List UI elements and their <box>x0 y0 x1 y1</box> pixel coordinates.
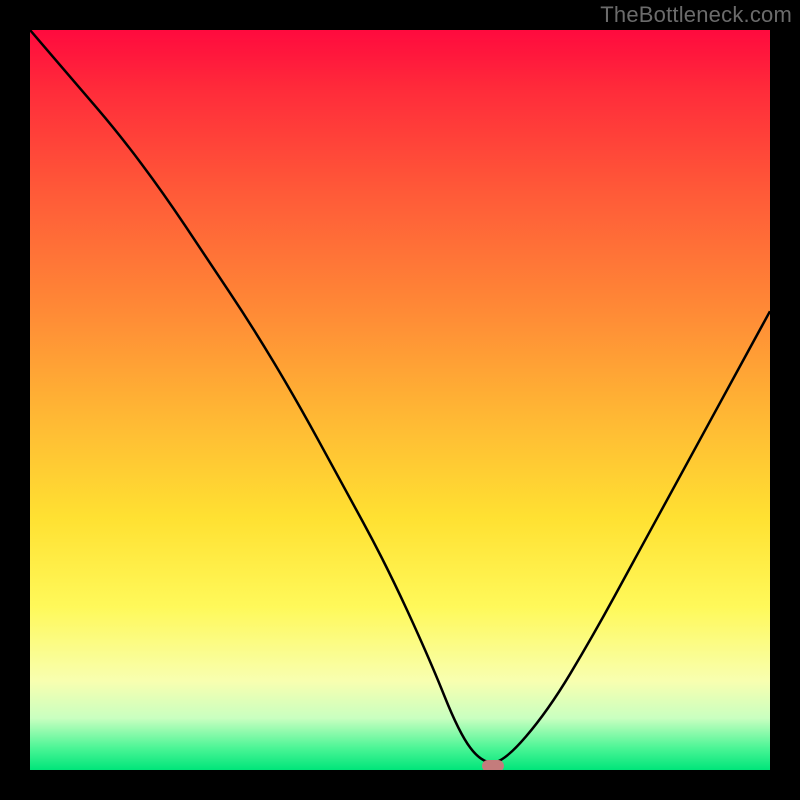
watermark-text: TheBottleneck.com <box>600 2 792 28</box>
optimal-marker <box>482 760 504 770</box>
plot-area <box>30 30 770 770</box>
chart-frame: TheBottleneck.com <box>0 0 800 800</box>
bottleneck-curve <box>30 30 770 763</box>
curve-svg <box>30 30 770 770</box>
